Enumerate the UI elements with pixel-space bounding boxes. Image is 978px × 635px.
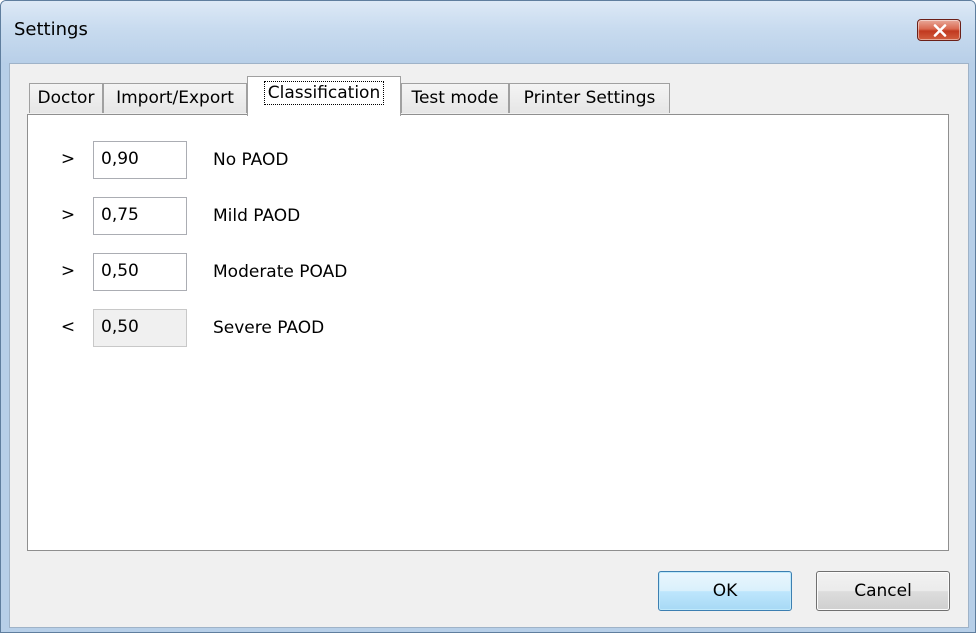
class-label: Moderate POAD xyxy=(213,262,348,282)
close-button[interactable] xyxy=(917,19,961,41)
operator-label: > xyxy=(60,205,76,225)
class-label: Severe PAOD xyxy=(213,318,325,338)
settings-window: Settings Doctor Import/Export Classifica… xyxy=(0,0,976,633)
tab-doctor-label: Doctor xyxy=(37,88,95,108)
operator-label: > xyxy=(60,149,76,169)
class-label: No PAOD xyxy=(213,150,289,170)
tab-test-mode[interactable]: Test mode xyxy=(401,83,509,113)
classification-row: > 0,50 Moderate POAD xyxy=(28,253,528,291)
classification-row: > 0,75 Mild PAOD xyxy=(28,197,528,235)
operator-label: > xyxy=(60,261,76,281)
tab-import-export[interactable]: Import/Export xyxy=(103,83,247,113)
classification-row: < 0,50 Severe PAOD xyxy=(28,309,528,347)
tab-classification[interactable]: Classification xyxy=(247,76,401,116)
classification-row: > 0,90 No PAOD xyxy=(28,141,528,179)
threshold-input-mild-paod[interactable]: 0,75 xyxy=(93,197,187,235)
threshold-input-moderate-poad[interactable]: 0,50 xyxy=(93,253,187,291)
tab-printer-settings-label: Printer Settings xyxy=(523,88,656,108)
title-bar[interactable]: Settings xyxy=(1,1,975,63)
classification-panel: > 0,90 No PAOD > 0,75 Mild PAOD > 0,50 M… xyxy=(27,114,949,551)
window-title: Settings xyxy=(14,19,88,40)
tab-test-mode-label: Test mode xyxy=(411,88,499,108)
threshold-input-severe-paod: 0,50 xyxy=(93,309,187,347)
close-icon xyxy=(933,24,947,37)
class-label: Mild PAOD xyxy=(213,206,301,226)
operator-label: < xyxy=(60,317,76,337)
tab-doctor[interactable]: Doctor xyxy=(29,83,103,113)
tab-import-export-label: Import/Export xyxy=(116,88,234,108)
tab-printer-settings[interactable]: Printer Settings xyxy=(509,83,670,113)
threshold-input-no-paod[interactable]: 0,90 xyxy=(93,141,187,179)
cancel-button[interactable]: Cancel xyxy=(816,571,950,611)
dialog-body: Doctor Import/Export Classification Test… xyxy=(9,63,969,628)
ok-button[interactable]: OK xyxy=(658,571,792,611)
tab-classification-label: Classification xyxy=(263,81,385,105)
